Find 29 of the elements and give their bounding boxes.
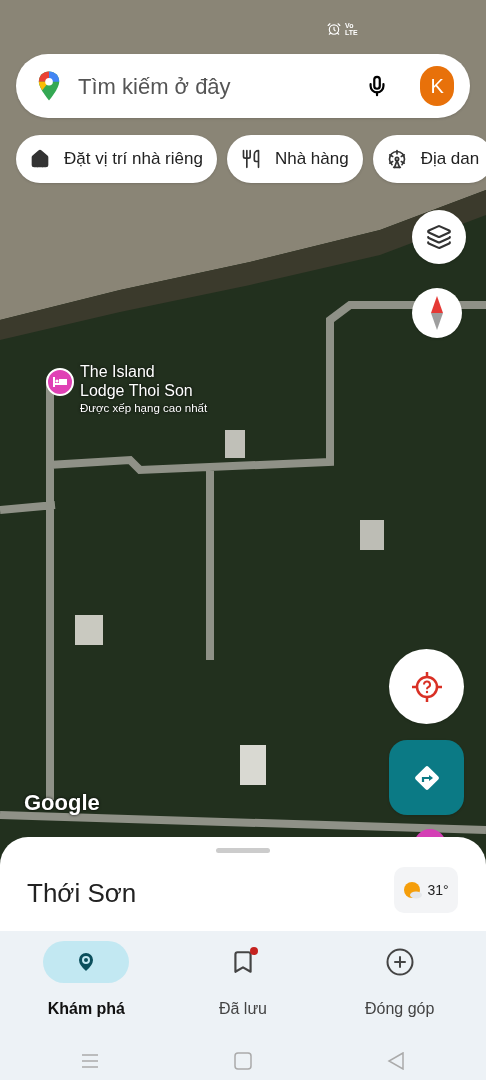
- location-unknown-icon: [410, 670, 443, 703]
- bed-icon: [53, 377, 67, 387]
- nav-tab[interactable]: Đóng góp: [329, 941, 470, 1021]
- category-chip[interactable]: Nhà hàng: [226, 135, 363, 183]
- rooftop: [360, 520, 384, 550]
- temperature: 31°: [427, 880, 449, 900]
- drag-handle[interactable]: [216, 848, 270, 853]
- alarm-icon: [327, 22, 341, 36]
- rooftop: [75, 615, 103, 645]
- home-icon: [30, 149, 50, 169]
- weather-chip[interactable]: 31°: [394, 867, 458, 913]
- area-title: Thới Sơn: [27, 876, 137, 910]
- category-chip[interactable]: Đặt vị trí nhà riêng: [16, 135, 217, 183]
- rooftop: [240, 745, 266, 785]
- compass-icon: [431, 296, 443, 330]
- partly-cloudy-icon: [403, 881, 424, 899]
- place-label[interactable]: The Island Lodge Thoi Son: [80, 362, 200, 400]
- plus-circle-icon: [384, 947, 415, 977]
- layers-icon: [426, 224, 452, 250]
- place-rating-label: Được xếp hạng cao nhất: [80, 401, 208, 416]
- ferris-wheel-icon: [386, 149, 407, 169]
- directions-button[interactable]: [389, 740, 464, 815]
- nav-tab[interactable]: Đã lưu: [173, 941, 313, 1021]
- category-chip[interactable]: Địa dan: [372, 135, 486, 183]
- nav-tab[interactable]: Khám phá: [16, 941, 157, 1021]
- search-input[interactable]: Tìm kiếm ở đây: [78, 69, 367, 103]
- fork-knife-icon: [240, 149, 261, 169]
- rooftop: [225, 430, 245, 458]
- google-attribution: Google: [24, 790, 100, 816]
